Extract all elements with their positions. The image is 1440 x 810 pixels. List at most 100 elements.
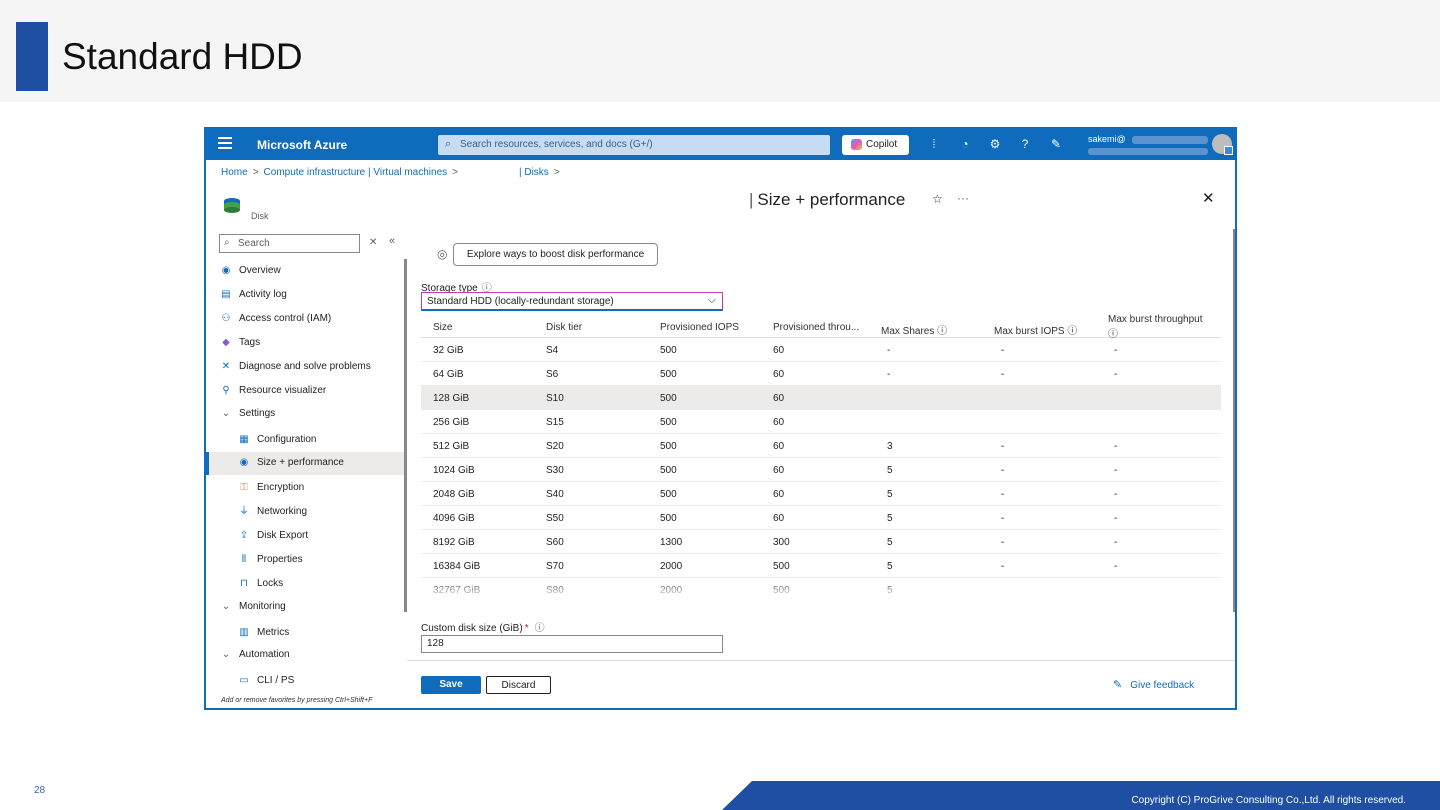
info-icon[interactable]: ⓘ <box>535 623 545 634</box>
cell-provisioned-throughput: 60 <box>773 369 785 380</box>
sidebar-group-settings[interactable]: ⌄ Settings <box>206 403 404 426</box>
brand-label[interactable]: Microsoft Azure <box>257 138 347 152</box>
column-header-disk-tier[interactable]: Disk tier <box>546 322 582 333</box>
sidebar-item-diagnose[interactable]: ✕ Diagnose and solve problems <box>206 356 404 379</box>
main-scrollbar[interactable] <box>1233 229 1235 612</box>
sidebar-item-metrics[interactable]: ▥ Metrics <box>206 622 404 645</box>
sidebar-item-label: Diagnose and solve problems <box>239 361 371 372</box>
log-icon: ▤ <box>221 289 231 300</box>
column-header-size[interactable]: Size <box>433 322 452 333</box>
cell-max-shares: 3 <box>887 441 893 452</box>
terminal-icon: ▭ <box>239 675 249 686</box>
sidebar-group-monitoring[interactable]: ⌄ Monitoring <box>206 596 404 619</box>
sidebar-item-properties[interactable]: ⦀ Properties <box>206 549 404 572</box>
favorites-hint: Add or remove favorites by pressing Ctrl… <box>221 697 373 704</box>
table-row[interactable]: 8192 GiB S60 1300 300 5 - - <box>421 530 1221 554</box>
dashboard-icon[interactable]: ⦙ <box>927 137 941 151</box>
table-row[interactable]: 128 GiB S10 500 60 <box>421 386 1221 410</box>
help-icon[interactable]: ? <box>1018 137 1032 151</box>
sidebar-item-locks[interactable]: ⊓ Locks <box>206 573 404 596</box>
table-row[interactable]: 256 GiB S15 500 60 <box>421 410 1221 434</box>
sidebar-item-encryption[interactable]: ⚿ Encryption <box>206 477 404 500</box>
cell-provisioned-throughput: 60 <box>773 465 785 476</box>
sidebar-item-resource-visualizer[interactable]: ⚲ Resource visualizer <box>206 380 404 403</box>
column-header-provisioned-throughput[interactable]: Provisioned throu... <box>773 322 859 333</box>
table-row[interactable]: 16384 GiB S70 2000 500 5 - - <box>421 554 1221 578</box>
column-header-max-shares[interactable]: Max Shares ⓘ <box>881 322 947 337</box>
cell-max-burst-iops: - <box>1001 369 1005 380</box>
sidebar-item-label: Activity log <box>239 289 287 300</box>
notifications-icon[interactable]: ◔ <box>958 137 972 151</box>
chevron-right-icon: > <box>252 167 259 178</box>
global-search-input[interactable]: ⌕ Search resources, services, and docs (… <box>438 135 830 155</box>
cell-size: 4096 GiB <box>433 513 475 524</box>
close-icon[interactable]: ✕ <box>1202 189 1215 207</box>
hamburger-menu-icon[interactable] <box>218 137 232 149</box>
table-row[interactable]: 4096 GiB S50 500 60 5 - - <box>421 506 1221 530</box>
column-header-max-burst-iops[interactable]: Max burst IOPS ⓘ <box>994 322 1077 337</box>
sidebar-item-activity-log[interactable]: ▤ Activity log <box>206 284 404 307</box>
settings-gear-icon[interactable]: ⚙ <box>988 137 1002 151</box>
cell-disk-tier: S50 <box>546 513 564 524</box>
sidebar-item-label: Metrics <box>257 627 290 638</box>
cell-disk-tier: S4 <box>546 345 559 356</box>
sidebar-group-automation[interactable]: ⌄ Automation <box>206 644 404 667</box>
collapse-sidebar-icon[interactable]: « <box>389 235 395 247</box>
table-row[interactable]: 2048 GiB S40 500 60 5 - - <box>421 482 1221 506</box>
breadcrumb-virtual-machines[interactable]: Compute infrastructure | Virtual machine… <box>264 167 448 178</box>
avatar[interactable] <box>1212 134 1233 155</box>
sidebar-item-tags[interactable]: ◆ Tags <box>206 332 404 355</box>
cell-provisioned-throughput: 60 <box>773 513 785 524</box>
feedback-icon[interactable]: ✎ <box>1049 137 1063 151</box>
sidebar-item-size-performance[interactable]: ◉ Size + performance <box>206 452 404 475</box>
info-icon[interactable]: ⓘ <box>937 326 947 337</box>
sidebar-item-networking[interactable]: ⏚ Networking <box>206 501 404 524</box>
account-name[interactable]: sakemi@ <box>1088 134 1126 144</box>
breadcrumb-disks[interactable]: | Disks <box>519 167 549 178</box>
cell-max-shares: 5 <box>887 561 893 572</box>
feedback-icon: ✎ <box>1113 679 1123 691</box>
table-row[interactable]: 512 GiB S20 500 60 3 - - <box>421 434 1221 458</box>
people-icon: ⚇ <box>221 313 231 324</box>
sidebar-item-label: Encryption <box>257 482 305 493</box>
key-icon: ⚿ <box>240 482 248 493</box>
info-icon[interactable]: ⓘ <box>1067 326 1077 337</box>
column-header-provisioned-iops[interactable]: Provisioned IOPS <box>660 322 739 333</box>
sidebar-item-configuration[interactable]: ▦ Configuration <box>206 429 404 452</box>
cell-provisioned-iops: 500 <box>660 393 677 404</box>
favorite-star-icon[interactable]: ☆ <box>932 192 943 206</box>
table-row[interactable]: 32 GiB S4 500 60 - - - <box>421 338 1221 362</box>
cell-max-burst-iops: - <box>1001 465 1005 476</box>
boost-performance-button[interactable]: Explore ways to boost disk performance <box>453 243 658 266</box>
clear-search-icon[interactable]: ✕ <box>369 237 377 248</box>
cell-disk-tier: S40 <box>546 489 564 500</box>
sidebar-item-cli-ps[interactable]: ▭ CLI / PS <box>206 670 404 693</box>
storage-type-dropdown[interactable]: Standard HDD (locally-redundant storage)… <box>421 292 723 311</box>
search-icon: ⌕ <box>445 138 452 150</box>
cell-provisioned-throughput: 500 <box>773 561 790 572</box>
sidebar-item-disk-export[interactable]: ⇪ Disk Export <box>206 525 404 548</box>
table-row[interactable]: 64 GiB S6 500 60 - - - <box>421 362 1221 386</box>
table-row[interactable]: 1024 GiB S30 500 60 5 - - <box>421 458 1221 482</box>
cell-max-shares: 5 <box>887 513 893 524</box>
cell-provisioned-throughput: 60 <box>773 489 785 500</box>
chevron-right-icon: > <box>452 167 458 178</box>
sidebar-search-input[interactable]: ⌕ Search <box>219 234 360 253</box>
sidebar-scrollbar[interactable] <box>404 259 407 612</box>
metrics-icon: ▥ <box>239 627 249 638</box>
page-number: 28 <box>34 785 46 796</box>
custom-size-input[interactable]: 128 <box>421 635 723 653</box>
cell-max-burst-iops: - <box>1001 537 1005 548</box>
cell-size: 8192 GiB <box>433 537 475 548</box>
copilot-button[interactable]: Copilot <box>842 135 909 155</box>
sidebar-item-label: Size + performance <box>257 457 344 468</box>
sidebar-item-label: Monitoring <box>239 601 286 612</box>
discard-button[interactable]: Discard <box>486 676 551 694</box>
sidebar-item-access-control[interactable]: ⚇ Access control (IAM) <box>206 308 404 331</box>
column-header-max-burst-throughput[interactable]: Max burst throughput ⓘ <box>1108 314 1203 340</box>
breadcrumb-home[interactable]: Home <box>221 167 248 178</box>
more-options-icon[interactable]: ··· <box>957 191 969 205</box>
sidebar-item-overview[interactable]: ◉ Overview <box>206 260 404 283</box>
save-button[interactable]: Save <box>421 676 481 694</box>
give-feedback-link[interactable]: ✎ Give feedback <box>1113 678 1194 691</box>
